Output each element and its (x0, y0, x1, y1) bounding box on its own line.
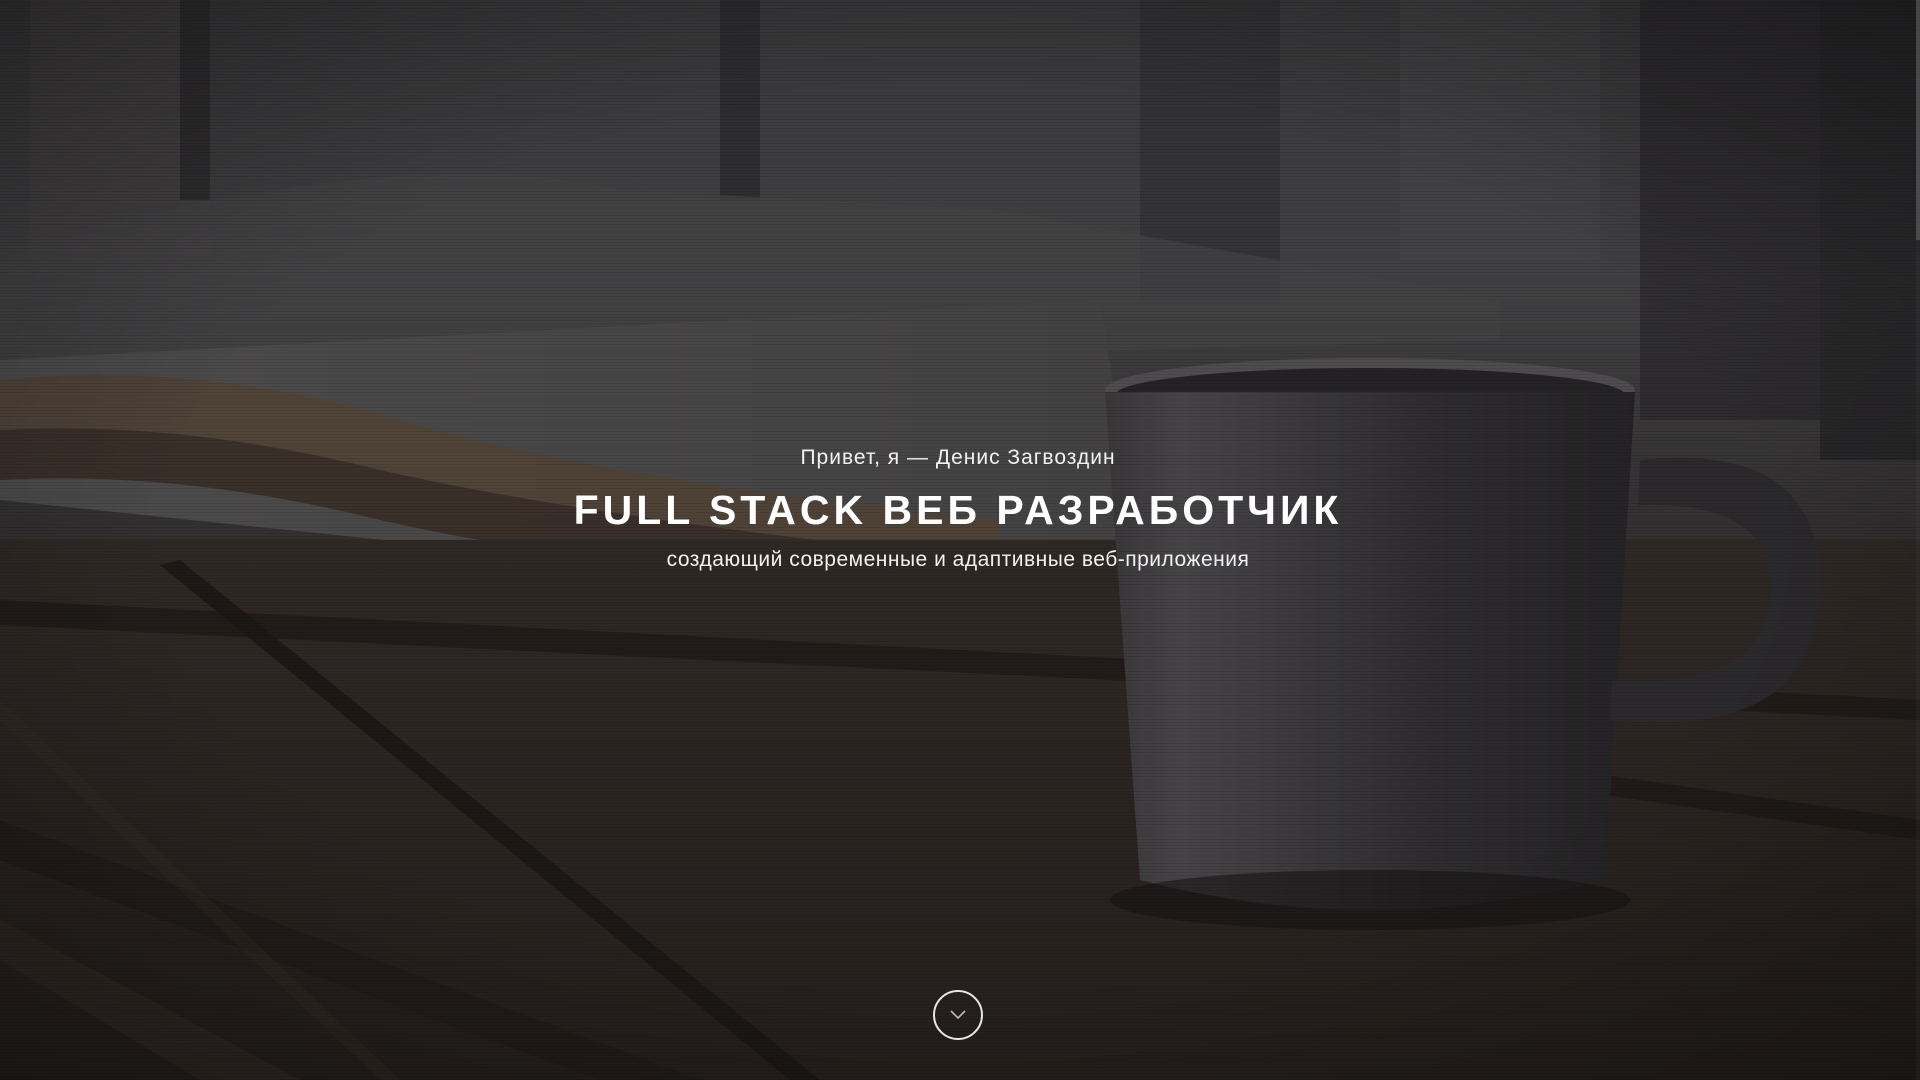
scrollbar[interactable] (1916, 0, 1920, 1080)
hero-section: Привет, я — Денис Загвоздин FULL STACK В… (0, 0, 1920, 1080)
intro-block: Привет, я — Денис Загвоздин FULL STACK В… (0, 438, 1916, 580)
greeting-text: Привет, я — Денис Загвоздин (800, 446, 1116, 469)
chevron-down-icon (950, 1010, 966, 1020)
subtitle-text: создающий современные и адаптивные веб-п… (666, 548, 1250, 571)
scrollbar-thumb[interactable] (1916, 0, 1920, 240)
scroll-down-button[interactable] (933, 990, 983, 1040)
page-title: FULL STACK ВЕБ РАЗРАБОТЧИК (573, 487, 1343, 533)
